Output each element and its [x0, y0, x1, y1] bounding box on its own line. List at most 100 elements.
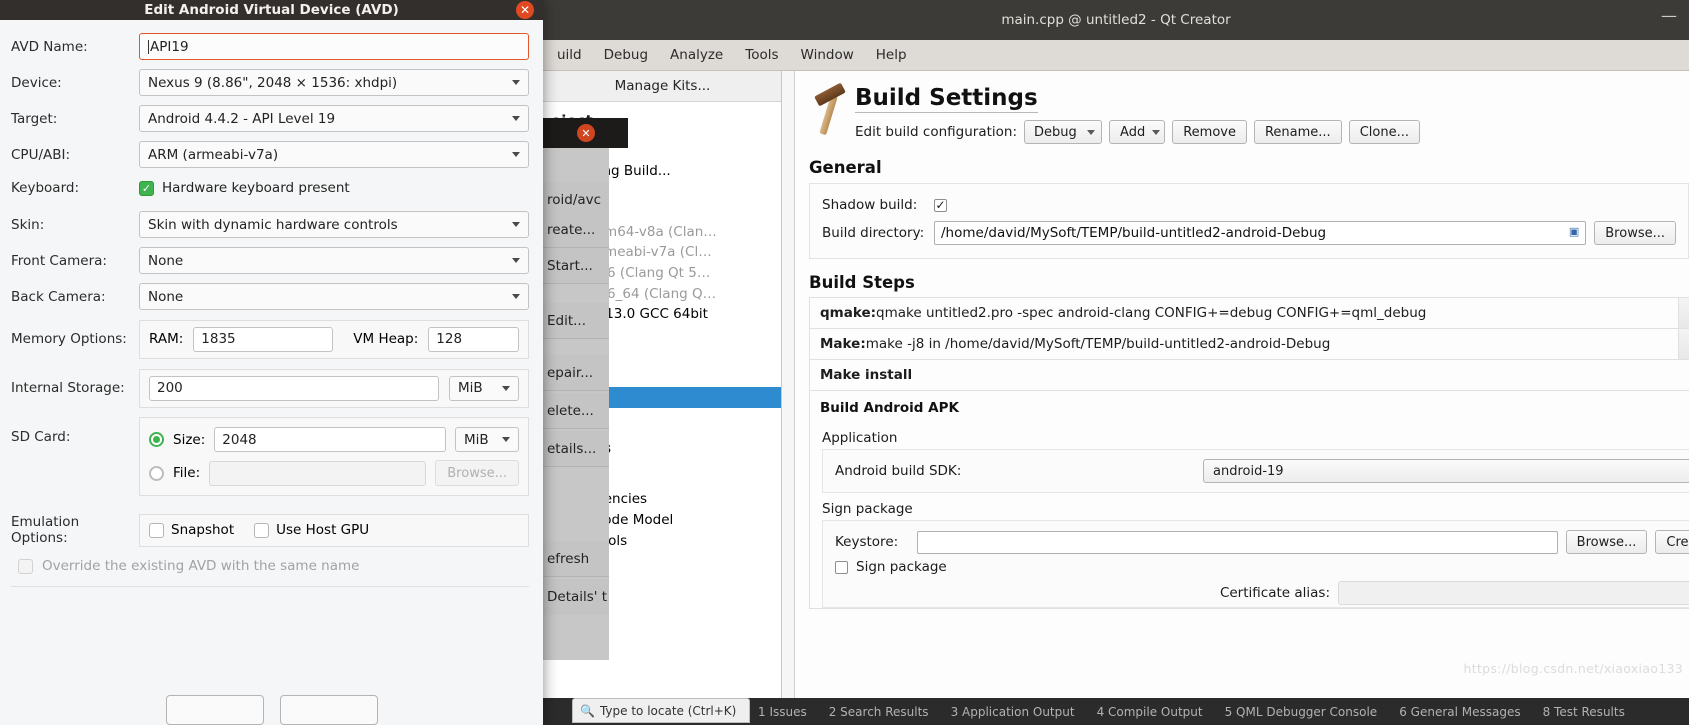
status-item[interactable]: 4 Compile Output — [1097, 705, 1203, 719]
status-item[interactable]: 6 General Messages — [1399, 705, 1520, 719]
sd-card-file-input[interactable] — [209, 460, 427, 486]
watermark: https://blog.csdn.net/xiaoxiao133 — [1463, 661, 1683, 676]
sign-package-checkbox[interactable] — [835, 560, 848, 574]
close-icon[interactable]: ✕ — [516, 1, 534, 19]
sd-card-size-label: Size: — [173, 431, 206, 448]
shadow-build-label: Shadow build: — [822, 197, 918, 213]
internal-storage-input[interactable]: 200 — [149, 375, 439, 401]
build-config-select[interactable]: Debug — [1024, 120, 1103, 144]
avd-name-row: AVD Name: API19 — [11, 33, 529, 60]
build-directory-input[interactable]: /home/david/MySoft/TEMP/build-untitled2-… — [934, 221, 1587, 245]
locator-input[interactable]: 🔍 Type to locate (Ctrl+K) — [572, 698, 750, 723]
avd-manager-start-button[interactable]: Start... — [543, 248, 609, 284]
ram-value: 1835 — [201, 331, 236, 347]
avd-manager-close-icon[interactable]: ✕ — [577, 124, 595, 142]
search-icon: 🔍 — [580, 703, 595, 718]
build-step-make[interactable]: Make: make -j8 in /home/david/MySoft/TEM… — [809, 328, 1689, 360]
general-section-title: General — [809, 158, 882, 177]
build-directory-browse-button[interactable]: Browse... — [1594, 221, 1676, 245]
avd-manager-delete-button[interactable]: elete... — [543, 393, 609, 429]
host-gpu-option[interactable]: Use Host GPU — [254, 522, 369, 538]
menu-item-tools[interactable]: Tools — [736, 44, 787, 66]
device-label: Device: — [11, 74, 62, 91]
avd-manager-button-label: Details' t — [547, 589, 608, 605]
skin-row: Skin: Skin with dynamic hardware control… — [11, 211, 529, 238]
back-camera-select[interactable]: None — [139, 283, 529, 310]
hardware-keyboard-checkbox[interactable] — [139, 180, 154, 196]
avd-manager-edit-button[interactable]: Edit... — [543, 303, 609, 339]
skin-select[interactable]: Skin with dynamic hardware controls — [139, 211, 529, 238]
locator-placeholder: Type to locate (Ctrl+K) — [599, 703, 737, 718]
status-item[interactable]: 3 Application Output — [951, 705, 1075, 719]
menu-item-analyze[interactable]: Analyze — [661, 44, 732, 66]
target-select[interactable]: Android 4.4.2 - API Level 19 — [139, 105, 529, 132]
hammer-icon — [809, 82, 851, 137]
avd-manager-repair-button[interactable]: epair... — [543, 355, 609, 391]
status-item[interactable]: 2 Search Results — [829, 705, 929, 719]
sd-card-size-radio[interactable] — [149, 432, 164, 447]
rename-config-button[interactable]: Rename... — [1253, 120, 1342, 144]
build-step-android-apk: Build Android APK Details Application An… — [809, 390, 1689, 609]
snapshot-checkbox[interactable] — [149, 522, 164, 538]
build-step-name: qmake: — [820, 305, 877, 321]
front-camera-select[interactable]: None — [139, 247, 529, 274]
host-gpu-checkbox[interactable] — [254, 522, 270, 538]
front-camera-label: Front Camera: — [11, 252, 107, 269]
android-build-sdk-row: Android build SDK: android-19 — [835, 459, 1689, 483]
shadow-build-row: Shadow build: — [822, 197, 1676, 213]
avd-manager-refresh-button[interactable]: efresh — [543, 541, 609, 577]
sd-card-file-radio[interactable] — [149, 465, 164, 481]
window-title: main.cpp @ untitled2 - Qt Creator — [1001, 12, 1231, 28]
build-step-qmake[interactable]: qmake: qmake untitled2.pro -spec android… — [809, 297, 1689, 329]
add-config-button[interactable]: Add — [1109, 120, 1166, 144]
sign-package-checkbox-row: Sign package — [835, 559, 1689, 575]
menu-item-build[interactable]: uild — [548, 44, 591, 66]
cancel-button[interactable] — [279, 695, 378, 725]
keystore-browse-button[interactable]: Browse... — [1565, 530, 1648, 554]
apk-step-title: Build Android APK — [820, 399, 959, 416]
manage-kits-button[interactable]: Manage Kits... — [543, 71, 781, 102]
minimize-icon[interactable]: — — [1661, 8, 1677, 26]
avd-manager-details-hint: Details' t — [543, 579, 609, 615]
menu-item-debug[interactable]: Debug — [595, 44, 657, 66]
certificate-alias-select[interactable] — [1338, 581, 1689, 605]
sd-card-size-input[interactable]: 2048 — [214, 427, 446, 452]
status-item[interactable]: 5 QML Debugger Console — [1225, 705, 1378, 719]
emulation-options-panel: Snapshot Use Host GPU — [139, 513, 529, 547]
qmake-details-button[interactable]: Details — [1677, 298, 1689, 328]
cpu-abi-select[interactable]: ARM (armeabi-v7a) — [139, 141, 529, 168]
keystore-create-button[interactable]: Create... — [1655, 530, 1689, 554]
vm-heap-input[interactable]: 128 — [428, 326, 519, 352]
remove-config-button[interactable]: Remove — [1172, 120, 1247, 144]
device-select[interactable]: Nexus 9 (8.86", 2048 × 1536: xhdpi) — [139, 69, 529, 96]
avd-name-label: AVD Name: — [11, 38, 88, 55]
menu-item-help[interactable]: Help — [867, 44, 916, 66]
internal-storage-unit-select[interactable]: MiB — [449, 375, 519, 401]
sd-card-panel: Size: 2048 MiB File: Browse... — [139, 417, 529, 496]
ram-input[interactable]: 1835 — [193, 326, 334, 352]
avd-manager-create-button[interactable]: reate... — [543, 212, 609, 248]
chevron-down-icon — [1152, 129, 1161, 135]
build-step-make-install[interactable]: Make install — [809, 359, 1689, 391]
ok-button[interactable] — [165, 695, 264, 725]
avd-manager-details-button[interactable]: etails... — [543, 431, 609, 467]
status-item[interactable]: 1 Issues — [758, 705, 807, 719]
shadow-build-checkbox[interactable] — [934, 198, 947, 212]
avd-name-input[interactable]: API19 — [139, 33, 529, 60]
status-item[interactable]: 8 Test Results — [1543, 705, 1625, 719]
sd-card-size-unit-select[interactable]: MiB — [455, 427, 519, 452]
clone-config-label: Clone... — [1359, 124, 1409, 140]
vm-heap-label: VM Heap: — [353, 331, 419, 347]
clone-config-button[interactable]: Clone... — [1348, 120, 1420, 144]
menu-item-window[interactable]: Window — [792, 44, 863, 66]
keystore-input[interactable] — [917, 530, 1558, 554]
override-avd-checkbox — [18, 558, 33, 574]
build-settings-pane: Build Settings Edit build configuration:… — [795, 71, 1689, 698]
make-details-button[interactable]: Details — [1677, 329, 1689, 359]
snapshot-option[interactable]: Snapshot — [149, 522, 234, 538]
android-build-sdk-label: Android build SDK: — [835, 463, 962, 479]
variables-icon[interactable]: ▣ — [1569, 225, 1579, 238]
manage-kits-label: Manage Kits... — [614, 78, 711, 94]
android-build-sdk-select[interactable]: android-19 — [1203, 459, 1689, 483]
target-row: Target: Android 4.4.2 - API Level 19 — [11, 105, 529, 132]
